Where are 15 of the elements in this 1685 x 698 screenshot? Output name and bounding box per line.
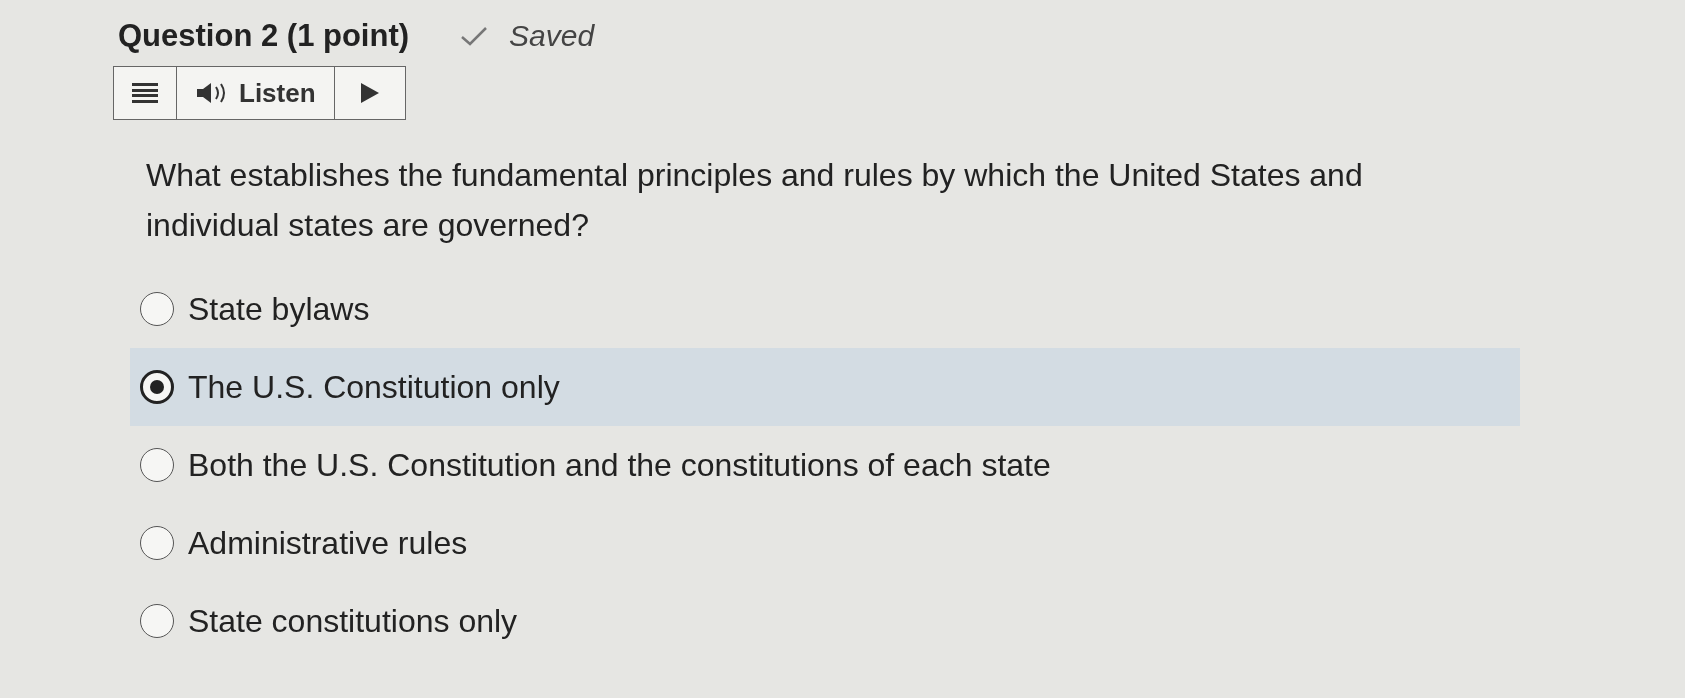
radio-button[interactable] xyxy=(140,370,174,404)
answer-option[interactable]: State constitutions only xyxy=(130,582,1520,660)
radio-button[interactable] xyxy=(140,448,174,482)
radio-button[interactable] xyxy=(140,604,174,638)
answer-option[interactable]: The U.S. Constitution only xyxy=(130,348,1520,426)
answer-option[interactable]: Administrative rules xyxy=(130,504,1520,582)
menu-icon xyxy=(132,83,158,103)
radio-button[interactable] xyxy=(140,292,174,326)
question-title: Question 2 (1 point) xyxy=(118,18,410,54)
question-text: What establishes the fundamental principles and rules by which the United States and individual states are governed? xyxy=(146,156,1364,245)
answer-option[interactable]: Both the U.S. Constitution and the constitutions of each state xyxy=(130,426,1520,504)
answer-option[interactable]: State bylaws xyxy=(130,270,1520,348)
saved-status: Saved xyxy=(509,19,595,53)
radio-button[interactable] xyxy=(140,526,174,560)
play-icon xyxy=(360,83,379,103)
